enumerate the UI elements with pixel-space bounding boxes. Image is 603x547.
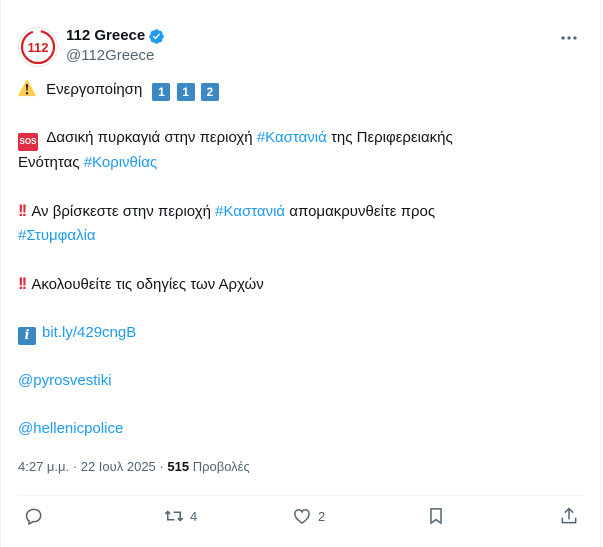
double-exclamation-icon: !! bbox=[18, 274, 27, 293]
post-meta: 4:27 μ.μ. · 22 Ιουλ 2025 · 515 Προβολές bbox=[18, 457, 250, 477]
mention-hellenicpolice[interactable]: @hellenicpolice bbox=[18, 420, 123, 437]
sos-icon: SOS bbox=[18, 133, 38, 151]
like-button[interactable]: 2 bbox=[292, 506, 325, 526]
hashtag-kastania[interactable]: #Καστανιά bbox=[215, 203, 285, 220]
fire-line: SOS Δασική πυρκαγιά στην περιοχή #Κασταν… bbox=[18, 126, 580, 151]
mention-line-1: @pyrosvestiki bbox=[18, 369, 580, 393]
region-text: Ενότητας bbox=[18, 154, 84, 171]
share-button[interactable] bbox=[559, 506, 579, 526]
verified-badge-icon bbox=[149, 28, 165, 44]
external-link[interactable]: bit.ly/429cngB bbox=[42, 324, 136, 341]
mention-pyrosvestiki[interactable]: @pyrosvestiki bbox=[18, 372, 112, 389]
fire-text-b: της Περιφερειακής bbox=[326, 129, 453, 146]
authorities-line: !! Ακολουθείτε τις οδηγίες των Αρχών bbox=[18, 272, 580, 297]
reply-button[interactable] bbox=[24, 506, 50, 526]
divider bbox=[18, 495, 583, 496]
keycap-1-icon: 1 bbox=[176, 83, 195, 101]
evacuate-line-2: #Στυμφαλία bbox=[18, 224, 580, 248]
repost-button[interactable]: 4 bbox=[164, 506, 197, 526]
warning-icon bbox=[18, 80, 36, 97]
author-names: 112 Greece @112Greece bbox=[66, 26, 165, 66]
keycap-1-icon: 1 bbox=[152, 83, 171, 101]
post-body: Ενεργοποίηση 1 1 2 SOS Δασική πυρκαγιά σ… bbox=[18, 78, 580, 441]
views-count: 515 bbox=[167, 459, 190, 474]
post-card: 112 112 Greece @112Greece Ενεργοποίηση 1… bbox=[0, 0, 601, 547]
fire-text-a: Δασική πυρκαγιά στην περιοχή bbox=[46, 129, 257, 146]
hashtag-kastania[interactable]: #Καστανιά bbox=[257, 129, 327, 146]
display-name[interactable]: 112 Greece bbox=[66, 26, 145, 46]
link-line: i bit.ly/429cngB bbox=[18, 321, 580, 345]
display-name-row[interactable]: 112 Greece bbox=[66, 26, 165, 46]
post-date[interactable]: 22 Ιουλ 2025 bbox=[81, 459, 156, 474]
evacuate-text-a: Αν βρίσκεστε στην περιοχή bbox=[31, 203, 216, 220]
bookmark-icon bbox=[430, 508, 442, 525]
action-bar: 4 2 bbox=[18, 506, 583, 532]
evacuate-line: !! Αν βρίσκεστε στην περιοχή #Καστανιά απ… bbox=[18, 199, 580, 224]
share-icon bbox=[561, 507, 577, 524]
avatar-text: 112 bbox=[28, 40, 49, 55]
handle[interactable]: @112Greece bbox=[66, 46, 165, 66]
keycap-2-icon: 2 bbox=[200, 83, 219, 101]
meta-separator: · bbox=[159, 459, 164, 474]
repost-icon bbox=[164, 510, 184, 522]
repost-count: 4 bbox=[190, 508, 198, 524]
meta-separator: · bbox=[72, 459, 78, 474]
hashtag-stymfalia[interactable]: #Στυμφαλία bbox=[18, 227, 96, 244]
authorities-text: Ακολουθείτε τις οδηγίες των Αρχών bbox=[31, 276, 264, 293]
more-icon[interactable] bbox=[558, 28, 580, 48]
double-exclamation-icon: !! bbox=[18, 201, 27, 220]
views-label: Προβολές bbox=[192, 459, 250, 474]
112-logo: 112 bbox=[20, 29, 56, 65]
mention-line-2: @hellenicpolice bbox=[18, 417, 580, 441]
post-header: 112 112 Greece @112Greece bbox=[18, 24, 584, 72]
bookmark-button[interactable] bbox=[426, 506, 446, 526]
heart-icon bbox=[294, 509, 310, 524]
hashtag-korinthias[interactable]: #Κορινθίας bbox=[84, 154, 157, 171]
info-icon: i bbox=[18, 327, 36, 345]
activation-line: Ενεργοποίηση 1 1 2 bbox=[18, 78, 580, 102]
fire-line-2: Ενότητας #Κορινθίας bbox=[18, 151, 580, 175]
reply-icon bbox=[25, 508, 42, 526]
avatar[interactable]: 112 bbox=[18, 27, 58, 67]
evacuate-text-b: απομακρυνθείτε προς bbox=[285, 203, 436, 220]
activation-text: Ενεργοποίηση bbox=[46, 81, 143, 98]
post-time[interactable]: 4:27 μ.μ. bbox=[18, 459, 69, 474]
like-count: 2 bbox=[318, 508, 326, 524]
